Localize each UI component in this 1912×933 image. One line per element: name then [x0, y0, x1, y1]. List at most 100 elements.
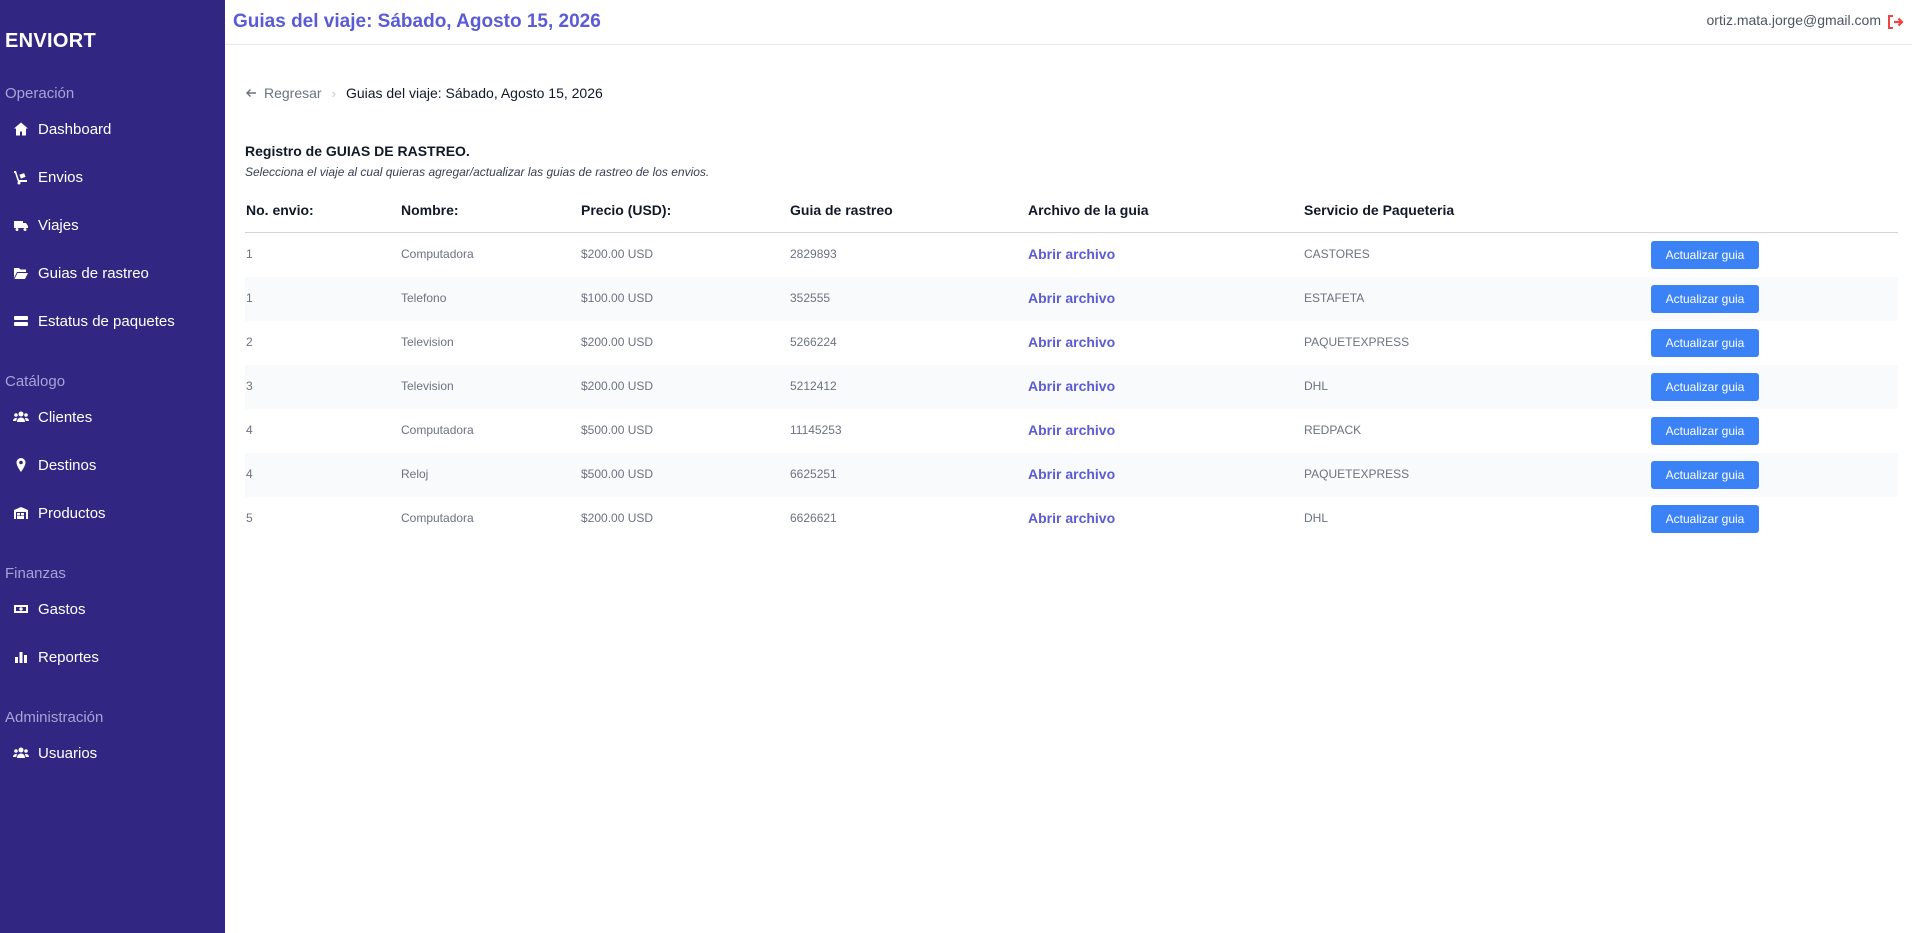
home-icon [12, 120, 30, 138]
truck-icon [12, 216, 30, 234]
back-label: Regresar [264, 85, 322, 101]
cell-precio: $200.00 USD [581, 247, 654, 261]
cell-no-envio: 2 [246, 335, 253, 349]
brand-logo[interactable]: ENVIORT [5, 30, 96, 53]
update-guide-button[interactable]: Actualizar guia [1651, 241, 1759, 269]
cell-servicio: DHL [1304, 379, 1329, 393]
cell-nombre: Telefono [401, 291, 447, 305]
open-file-link[interactable]: Abrir archivo [1028, 334, 1115, 350]
update-guide-button[interactable]: Actualizar guia [1651, 285, 1759, 313]
status-icon [12, 312, 30, 330]
sidebar-item-viajes[interactable]: Viajes [12, 210, 79, 240]
column-header: Guia de rastreo [790, 202, 893, 218]
column-header: Servicio de Paqueteria [1304, 202, 1455, 218]
open-file-link[interactable]: Abrir archivo [1028, 290, 1115, 306]
sidebar-item-label: Clientes [38, 408, 93, 426]
open-file-link[interactable]: Abrir archivo [1028, 510, 1115, 526]
cell-precio: $100.00 USD [581, 291, 654, 305]
sidebar-item-label: Gastos [38, 600, 86, 618]
section-label-administracion: Administración [5, 709, 104, 726]
cell-servicio: DHL [1304, 511, 1329, 525]
section-subtitle: Selecciona el viaje al cual quieras agre… [245, 165, 710, 179]
money-icon [12, 600, 30, 618]
bar-chart-icon [12, 648, 30, 666]
open-file-link[interactable]: Abrir archivo [1028, 422, 1115, 438]
folder-open-icon [12, 264, 30, 282]
update-guide-button[interactable]: Actualizar guia [1651, 373, 1759, 401]
section-label-finanzas: Finanzas [5, 565, 66, 582]
sidebar: ENVIORT Operación Dashboard Envios Viaje… [0, 0, 225, 933]
update-guide-button[interactable]: Actualizar guia [1651, 417, 1759, 445]
sidebar-item-label: Usuarios [38, 744, 98, 762]
sidebar-item-usuarios[interactable]: Usuarios [12, 738, 97, 768]
table-header: No. envio: Nombre: Precio (USD): Guia de… [245, 199, 1898, 233]
sidebar-item-envios[interactable]: Envios [12, 162, 83, 192]
update-guide-button[interactable]: Actualizar guia [1651, 505, 1759, 533]
tracking-table: No. envio: Nombre: Precio (USD): Guia de… [245, 199, 1898, 541]
cell-nombre: Television [401, 335, 454, 349]
section-label-operacion: Operación [5, 85, 75, 102]
section-label-catalogo: Catálogo [5, 373, 66, 390]
open-file-link[interactable]: Abrir archivo [1028, 466, 1115, 482]
sidebar-item-destinos[interactable]: Destinos [12, 450, 96, 480]
cell-guia: 11145253 [790, 423, 842, 437]
table-row: 5 Computadora $200.00 USD 6626621 Abrir … [245, 497, 1898, 541]
open-file-link[interactable]: Abrir archivo [1028, 246, 1115, 262]
arrow-left-icon [246, 89, 256, 97]
sidebar-item-dashboard[interactable]: Dashboard [12, 114, 111, 144]
cell-no-envio: 4 [246, 467, 253, 481]
breadcrumb: Regresar › Guias del viaje: Sábado, Agos… [245, 85, 603, 101]
open-file-link[interactable]: Abrir archivo [1028, 378, 1115, 394]
user-email: ortiz.mata.jorge@gmail.com [1706, 12, 1882, 28]
cell-nombre: Computadora [401, 247, 474, 261]
column-header: Archivo de la guia [1028, 202, 1149, 218]
table-row: 4 Reloj $500.00 USD 6625251 Abrir archiv… [245, 453, 1898, 497]
cell-no-envio: 1 [246, 247, 253, 261]
map-marker-icon [12, 456, 30, 474]
sidebar-item-gastos[interactable]: Gastos [12, 594, 86, 624]
cell-servicio: CASTORES [1304, 247, 1370, 261]
cell-guia: 5266224 [790, 335, 837, 349]
logout-icon[interactable] [1886, 13, 1904, 31]
users-icon [12, 408, 30, 426]
cell-guia: 2829893 [790, 247, 837, 261]
sidebar-item-label: Destinos [38, 456, 97, 474]
cell-no-envio: 5 [246, 511, 253, 525]
sidebar-item-label: Productos [38, 504, 106, 522]
cell-precio: $200.00 USD [581, 335, 654, 349]
update-guide-button[interactable]: Actualizar guia [1651, 461, 1759, 489]
cell-no-envio: 1 [246, 291, 253, 305]
cell-nombre: Television [401, 379, 454, 393]
sidebar-item-guias-de-rastreo[interactable]: Guias de rastreo [12, 258, 149, 288]
cell-servicio: REDPACK [1304, 423, 1362, 437]
top-header: Guias del viaje: Sábado, Agosto 15, 2026… [225, 0, 1912, 45]
table-row: 1 Computadora $200.00 USD 2829893 Abrir … [245, 233, 1898, 277]
sidebar-item-label: Dashboard [38, 120, 112, 138]
back-link[interactable]: Regresar [245, 85, 322, 101]
cell-precio: $200.00 USD [581, 511, 654, 525]
cell-servicio: ESTAFETA [1304, 291, 1365, 305]
cell-guia: 6625251 [790, 467, 837, 481]
cell-guia: 5212412 [790, 379, 837, 393]
warehouse-icon [12, 504, 30, 522]
sidebar-item-estatus-de-paquetes[interactable]: Estatus de paquetes [12, 306, 175, 336]
cell-precio: $200.00 USD [581, 379, 654, 393]
sidebar-item-clientes[interactable]: Clientes [12, 402, 92, 432]
cell-servicio: PAQUETEXPRESS [1304, 335, 1410, 349]
update-guide-button[interactable]: Actualizar guia [1651, 329, 1759, 357]
users-icon [12, 744, 30, 762]
dolly-icon [12, 168, 30, 186]
cell-nombre: Computadora [401, 511, 474, 525]
cell-guia: 352555 [790, 291, 831, 305]
table-row: 1 Telefono $100.00 USD 352555 Abrir arch… [245, 277, 1898, 321]
sidebar-item-productos[interactable]: Productos [12, 498, 106, 528]
column-header: Nombre: [401, 202, 459, 218]
sidebar-item-reportes[interactable]: Reportes [12, 642, 99, 672]
table-row: 2 Television $200.00 USD 5266224 Abrir a… [245, 321, 1898, 365]
sidebar-item-label: Guias de rastreo [38, 264, 149, 282]
cell-nombre: Reloj [401, 467, 429, 481]
cell-guia: 6626621 [790, 511, 837, 525]
column-header: No. envio: [246, 202, 314, 218]
column-header: Precio (USD): [581, 202, 672, 218]
sidebar-item-label: Estatus de paquetes [38, 312, 175, 330]
